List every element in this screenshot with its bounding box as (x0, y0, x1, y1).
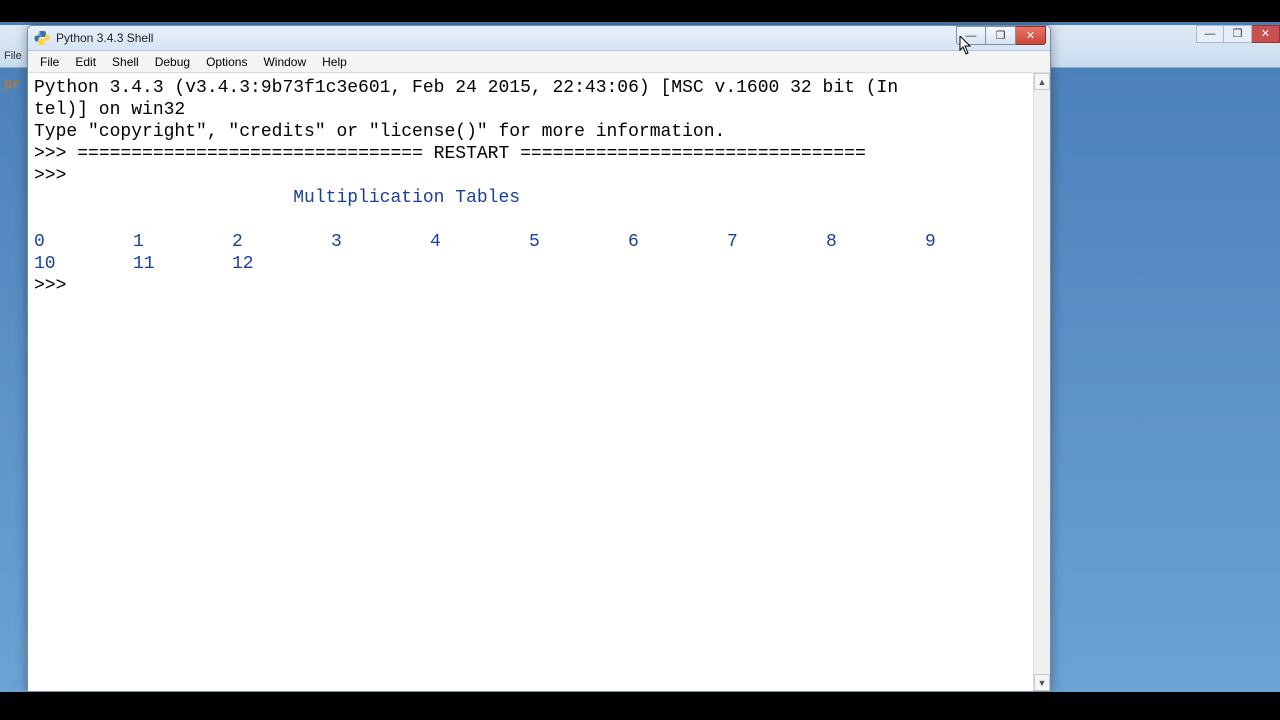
shell-output[interactable]: Python 3.4.3 (v3.4.3:9b73f1c3e601, Feb 2… (28, 73, 1033, 691)
prompt-2: >>> (34, 166, 77, 186)
program-heading: Multiplication Tables (293, 188, 520, 208)
menu-debug[interactable]: Debug (147, 53, 198, 71)
menu-help[interactable]: Help (314, 53, 355, 71)
menu-options[interactable]: Options (198, 53, 255, 71)
prompt-1: >>> (34, 144, 77, 164)
background-window-menu: File (0, 50, 28, 72)
python-shell-window: Python 3.4.3 Shell — ❐ ✕ File Edit Shell… (27, 25, 1051, 692)
menu-window[interactable]: Window (255, 53, 314, 71)
background-window-controls: — ❐ ✕ (1196, 25, 1280, 43)
menu-edit[interactable]: Edit (67, 53, 104, 71)
banner-line-2: tel)] on win32 (34, 100, 185, 120)
menubar: File Edit Shell Debug Options Window Hel… (28, 51, 1050, 73)
window-title: Python 3.4.3 Shell (56, 31, 153, 45)
bg-minimize-button[interactable]: — (1196, 25, 1224, 43)
scroll-up-button[interactable]: ▲ (1034, 73, 1050, 90)
banner-line-3: Type "copyright", "credits" or "license(… (34, 122, 725, 142)
banner-line-1: Python 3.4.3 (v3.4.3:9b73f1c3e601, Feb 2… (34, 78, 898, 98)
python-icon (34, 30, 50, 46)
scroll-down-button[interactable]: ▼ (1034, 674, 1050, 691)
scroll-track[interactable] (1034, 90, 1050, 674)
restart-line: ================================ RESTART… (77, 144, 866, 164)
menu-file[interactable]: File (32, 53, 67, 71)
table-row-2: 101112 (34, 254, 331, 274)
minimize-button[interactable]: — (956, 26, 986, 45)
close-button[interactable]: ✕ (1016, 26, 1046, 45)
heading-pad (34, 188, 293, 208)
table-row-1: 0123456789 (34, 232, 1024, 252)
maximize-button[interactable]: ❐ (986, 26, 1016, 45)
titlebar[interactable]: Python 3.4.3 Shell — ❐ ✕ (28, 26, 1050, 51)
bg-close-button[interactable]: ✕ (1252, 25, 1280, 43)
bg-maximize-button[interactable]: ❐ (1224, 25, 1252, 43)
vertical-scrollbar[interactable]: ▲ ▼ (1033, 73, 1050, 691)
menu-shell[interactable]: Shell (104, 53, 147, 71)
prompt-3: >>> (34, 276, 77, 296)
